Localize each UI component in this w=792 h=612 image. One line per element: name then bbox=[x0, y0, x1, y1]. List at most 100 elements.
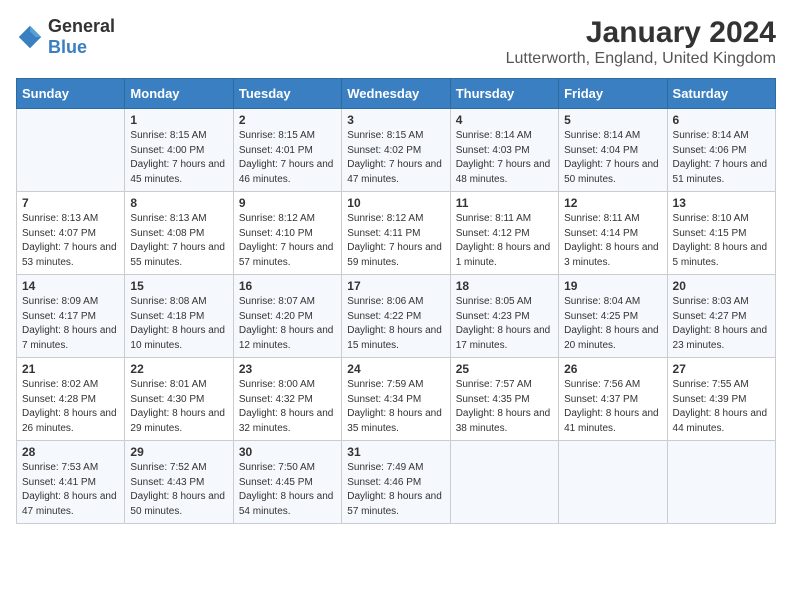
day-number: 25 bbox=[456, 362, 553, 376]
day-number: 28 bbox=[22, 445, 119, 459]
calendar-cell: 16Sunrise: 8:07 AM Sunset: 4:20 PM Dayli… bbox=[233, 275, 341, 358]
calendar-cell: 23 Sunrise: 8:00 AM Sunset: 4:32 PM Dayli… bbox=[233, 358, 341, 441]
calendar-cell: 31Sunrise: 7:49 AM Sunset: 4:46 PM Dayli… bbox=[342, 441, 450, 524]
calendar-week-row: 14 Sunrise: 8:09 AM Sunset: 4:17 PM Dayli… bbox=[17, 275, 776, 358]
calendar-cell: 6Sunrise: 8:14 AM Sunset: 4:06 PM Daylig… bbox=[667, 109, 775, 192]
day-number: 11 bbox=[456, 196, 553, 210]
logo-text: General Blue bbox=[48, 16, 115, 58]
day-number: 29 bbox=[130, 445, 227, 459]
day-number: 23 bbox=[239, 362, 336, 376]
calendar-cell: 21 Sunrise: 8:02 AM Sunset: 4:28 PM Dayli… bbox=[17, 358, 125, 441]
day-number: 24 bbox=[347, 362, 444, 376]
day-number: 18 bbox=[456, 279, 553, 293]
day-number: 17 bbox=[347, 279, 444, 293]
page-header: General Blue January 2024 Lutterworth, E… bbox=[16, 16, 776, 68]
calendar-cell: 14 Sunrise: 8:09 AM Sunset: 4:17 PM Dayli… bbox=[17, 275, 125, 358]
cell-content: Sunrise: 8:13 AM Sunset: 4:08 PM Dayligh… bbox=[130, 212, 227, 270]
day-number: 2 bbox=[239, 113, 336, 127]
calendar-cell: 29 Sunrise: 7:52 AM Sunset: 4:43 PM Dayli… bbox=[125, 441, 233, 524]
cell-content: Sunrise: 8:13 AM Sunset: 4:07 PM Dayligh… bbox=[22, 212, 119, 270]
calendar-cell: 13 Sunrise: 8:10 AM Sunset: 4:15 PM Dayli… bbox=[667, 192, 775, 275]
calendar-cell: 30 Sunrise: 7:50 AM Sunset: 4:45 PM Dayli… bbox=[233, 441, 341, 524]
calendar-cell bbox=[17, 109, 125, 192]
cell-content: Sunrise: 7:50 AM Sunset: 4:45 PM Dayligh… bbox=[239, 461, 336, 519]
calendar-cell: 4 Sunrise: 8:14 AM Sunset: 4:03 PM Daylig… bbox=[450, 109, 558, 192]
calendar-cell: 3Sunrise: 8:15 AM Sunset: 4:02 PM Daylig… bbox=[342, 109, 450, 192]
calendar-cell: 2 Sunrise: 8:15 AM Sunset: 4:01 PM Daylig… bbox=[233, 109, 341, 192]
calendar-cell: 28 Sunrise: 7:53 AM Sunset: 4:41 PM Dayli… bbox=[17, 441, 125, 524]
calendar-cell: 27Sunrise: 7:55 AM Sunset: 4:39 PM Dayli… bbox=[667, 358, 775, 441]
cell-content: Sunrise: 8:14 AM Sunset: 4:03 PM Dayligh… bbox=[456, 129, 553, 187]
cell-content: Sunrise: 7:57 AM Sunset: 4:35 PM Dayligh… bbox=[456, 378, 553, 436]
cell-content: Sunrise: 8:12 AM Sunset: 4:10 PM Dayligh… bbox=[239, 212, 336, 270]
cell-content: Sunrise: 8:06 AM Sunset: 4:22 PM Dayligh… bbox=[347, 295, 444, 353]
calendar-cell: 8 Sunrise: 8:13 AM Sunset: 4:08 PM Daylig… bbox=[125, 192, 233, 275]
day-number: 13 bbox=[673, 196, 770, 210]
calendar-cell: 17 Sunrise: 8:06 AM Sunset: 4:22 PM Dayli… bbox=[342, 275, 450, 358]
calendar-week-row: 28 Sunrise: 7:53 AM Sunset: 4:41 PM Dayli… bbox=[17, 441, 776, 524]
title-block: January 2024 Lutterworth, England, Unite… bbox=[506, 16, 776, 68]
calendar-cell: 9 Sunrise: 8:12 AM Sunset: 4:10 PM Daylig… bbox=[233, 192, 341, 275]
calendar-cell: 25 Sunrise: 7:57 AM Sunset: 4:35 PM Dayli… bbox=[450, 358, 558, 441]
calendar-cell bbox=[667, 441, 775, 524]
cell-content: Sunrise: 8:00 AM Sunset: 4:32 PM Dayligh… bbox=[239, 378, 336, 436]
day-number: 10 bbox=[347, 196, 444, 210]
calendar-cell: 12 Sunrise: 8:11 AM Sunset: 4:14 PM Dayli… bbox=[559, 192, 667, 275]
calendar-cell: 18 Sunrise: 8:05 AM Sunset: 4:23 PM Dayli… bbox=[450, 275, 558, 358]
day-number: 6 bbox=[673, 113, 770, 127]
cell-content: Sunrise: 8:11 AM Sunset: 4:14 PM Dayligh… bbox=[564, 212, 661, 270]
cell-content: Sunrise: 8:12 AM Sunset: 4:11 PM Dayligh… bbox=[347, 212, 444, 270]
calendar-cell: 15Sunrise: 8:08 AM Sunset: 4:18 PM Dayli… bbox=[125, 275, 233, 358]
day-number: 27 bbox=[673, 362, 770, 376]
day-number: 1 bbox=[130, 113, 227, 127]
weekday-header-wednesday: Wednesday bbox=[342, 79, 450, 109]
logo: General Blue bbox=[16, 16, 115, 58]
day-number: 16 bbox=[239, 279, 336, 293]
cell-content: Sunrise: 8:02 AM Sunset: 4:28 PM Dayligh… bbox=[22, 378, 119, 436]
cell-content: Sunrise: 8:05 AM Sunset: 4:23 PM Dayligh… bbox=[456, 295, 553, 353]
calendar-cell: 26Sunrise: 7:56 AM Sunset: 4:37 PM Dayli… bbox=[559, 358, 667, 441]
cell-content: Sunrise: 8:15 AM Sunset: 4:02 PM Dayligh… bbox=[347, 129, 444, 187]
calendar-cell: 11 Sunrise: 8:11 AM Sunset: 4:12 PM Dayli… bbox=[450, 192, 558, 275]
calendar-cell: 20Sunrise: 8:03 AM Sunset: 4:27 PM Dayli… bbox=[667, 275, 775, 358]
cell-content: Sunrise: 7:49 AM Sunset: 4:46 PM Dayligh… bbox=[347, 461, 444, 519]
cell-content: Sunrise: 7:52 AM Sunset: 4:43 PM Dayligh… bbox=[130, 461, 227, 519]
cell-content: Sunrise: 8:09 AM Sunset: 4:17 PM Dayligh… bbox=[22, 295, 119, 353]
calendar-cell: 1 Sunrise: 8:15 AM Sunset: 4:00 PM Daylig… bbox=[125, 109, 233, 192]
day-number: 7 bbox=[22, 196, 119, 210]
day-number: 21 bbox=[22, 362, 119, 376]
cell-content: Sunrise: 8:10 AM Sunset: 4:15 PM Dayligh… bbox=[673, 212, 770, 270]
calendar-cell: 24Sunrise: 7:59 AM Sunset: 4:34 PM Dayli… bbox=[342, 358, 450, 441]
cell-content: Sunrise: 8:04 AM Sunset: 4:25 PM Dayligh… bbox=[564, 295, 661, 353]
calendar-cell: 7 Sunrise: 8:13 AM Sunset: 4:07 PM Daylig… bbox=[17, 192, 125, 275]
day-number: 5 bbox=[564, 113, 661, 127]
calendar-cell: 10 Sunrise: 8:12 AM Sunset: 4:11 PM Dayli… bbox=[342, 192, 450, 275]
calendar-cell bbox=[559, 441, 667, 524]
calendar-week-row: 1 Sunrise: 8:15 AM Sunset: 4:00 PM Daylig… bbox=[17, 109, 776, 192]
day-number: 4 bbox=[456, 113, 553, 127]
day-number: 14 bbox=[22, 279, 119, 293]
month-title: January 2024 bbox=[506, 16, 776, 50]
day-number: 22 bbox=[130, 362, 227, 376]
cell-content: Sunrise: 8:08 AM Sunset: 4:18 PM Dayligh… bbox=[130, 295, 227, 353]
weekday-header-monday: Monday bbox=[125, 79, 233, 109]
weekday-header-friday: Friday bbox=[559, 79, 667, 109]
day-number: 12 bbox=[564, 196, 661, 210]
day-number: 30 bbox=[239, 445, 336, 459]
cell-content: Sunrise: 8:01 AM Sunset: 4:30 PM Dayligh… bbox=[130, 378, 227, 436]
cell-content: Sunrise: 8:15 AM Sunset: 4:00 PM Dayligh… bbox=[130, 129, 227, 187]
day-number: 9 bbox=[239, 196, 336, 210]
weekday-header-thursday: Thursday bbox=[450, 79, 558, 109]
cell-content: Sunrise: 8:11 AM Sunset: 4:12 PM Dayligh… bbox=[456, 212, 553, 270]
calendar-cell: 5 Sunrise: 8:14 AM Sunset: 4:04 PM Daylig… bbox=[559, 109, 667, 192]
day-number: 8 bbox=[130, 196, 227, 210]
calendar-cell: 22 Sunrise: 8:01 AM Sunset: 4:30 PM Dayli… bbox=[125, 358, 233, 441]
weekday-header-sunday: Sunday bbox=[17, 79, 125, 109]
location-title: Lutterworth, England, United Kingdom bbox=[506, 50, 776, 68]
calendar-week-row: 7 Sunrise: 8:13 AM Sunset: 4:07 PM Daylig… bbox=[17, 192, 776, 275]
calendar-cell bbox=[450, 441, 558, 524]
cell-content: Sunrise: 8:15 AM Sunset: 4:01 PM Dayligh… bbox=[239, 129, 336, 187]
cell-content: Sunrise: 8:14 AM Sunset: 4:04 PM Dayligh… bbox=[564, 129, 661, 187]
weekday-header-tuesday: Tuesday bbox=[233, 79, 341, 109]
cell-content: Sunrise: 7:53 AM Sunset: 4:41 PM Dayligh… bbox=[22, 461, 119, 519]
